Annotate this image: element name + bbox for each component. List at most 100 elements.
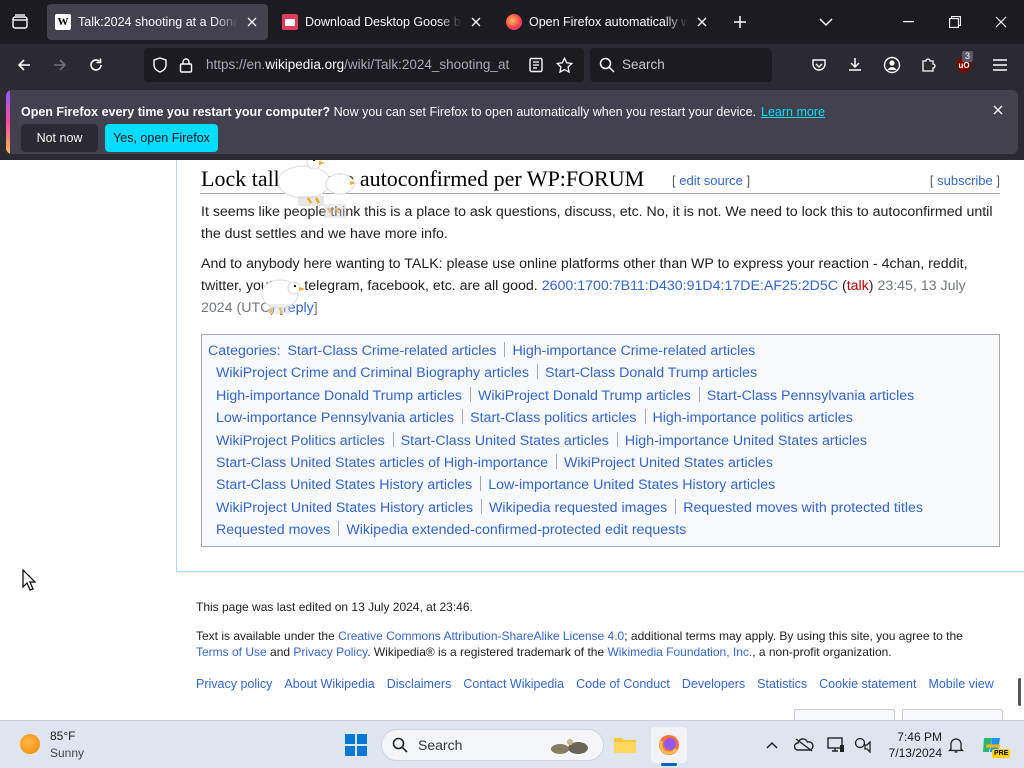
tab-desktop-goose[interactable]: Download Desktop Goose by sa	[274, 4, 492, 40]
categories-box: Categories: Start-Class Crime-related ar…	[201, 334, 1000, 547]
copilot-icon[interactable]: PRE	[974, 727, 1011, 763]
user-talk-link[interactable]: talk	[847, 278, 869, 294]
close-window-icon[interactable]	[978, 0, 1024, 44]
category-link[interactable]: Low-importance Pennsylvania articles	[216, 410, 454, 426]
last-edited-text: This page was last edited on 13 July 202…	[196, 600, 473, 614]
learn-more-link[interactable]: Learn more	[761, 105, 825, 119]
category-link[interactable]: Start-Class politics articles	[470, 410, 636, 426]
category-link[interactable]: Wikipedia requested images	[489, 500, 667, 516]
category-link[interactable]: High-importance politics articles	[653, 410, 853, 426]
hamburger-menu-icon[interactable]	[985, 50, 1015, 80]
footer-link[interactable]: Contact Wikipedia	[463, 677, 564, 691]
close-tab-icon[interactable]	[468, 14, 484, 30]
bookmark-star-icon[interactable]	[555, 56, 574, 78]
subscribe-link[interactable]: subscribe	[937, 173, 993, 188]
new-tab-icon[interactable]	[720, 0, 760, 44]
back-icon[interactable]	[9, 50, 39, 80]
footer-link[interactable]: Statistics	[757, 677, 807, 691]
mediawiki-badge[interactable]	[902, 709, 1003, 720]
notification-text: Now you can set Firefox to open automati…	[330, 105, 757, 119]
notification-bell-icon[interactable]	[938, 727, 974, 763]
start-icon[interactable]	[338, 727, 374, 763]
search-icon	[392, 737, 408, 758]
extension-badge: 3	[962, 51, 974, 62]
extensions-icon[interactable]	[913, 50, 943, 80]
footer-link[interactable]: Disclaimers	[387, 677, 452, 691]
edit-source-link[interactable]: edit source	[679, 173, 743, 188]
goose-icon	[261, 279, 305, 314]
category-link[interactable]: High-importance Crime-related articles	[512, 343, 755, 359]
reader-view-icon[interactable]	[528, 57, 544, 78]
categories-label-link[interactable]: Categories:	[208, 343, 281, 359]
category-link[interactable]: Low-importance United States History art…	[488, 477, 775, 493]
category-link[interactable]: Start-Class United States articles of Hi…	[216, 455, 548, 471]
category-link[interactable]: WikiProject Donald Trump articles	[478, 388, 691, 404]
forward-icon[interactable]	[45, 50, 75, 80]
search-bar[interactable]: Search	[590, 48, 772, 82]
wikimedia-badge[interactable]	[794, 709, 895, 720]
close-notification-icon[interactable]	[990, 102, 1006, 118]
footer-link[interactable]: Mobile view	[928, 677, 993, 691]
firefox-taskbar-icon[interactable]	[651, 727, 687, 763]
onedrive-off-icon[interactable]	[786, 727, 822, 763]
scrollbar-thumb[interactable]	[1018, 678, 1021, 706]
category-separator	[392, 431, 394, 447]
active-app-indicator	[661, 763, 677, 766]
account-icon[interactable]	[877, 50, 907, 80]
user-ip-link[interactable]: 2600:1700:7B11:D430:91D4:17DE:AF25:2D5C	[542, 278, 838, 294]
category-separator	[555, 454, 557, 470]
category-link[interactable]: Start-Class Donald Trump articles	[545, 365, 757, 381]
yes-open-firefox-button[interactable]: Yes, open Firefox	[105, 124, 218, 152]
footer-link[interactable]: Code of Conduct	[576, 677, 670, 691]
downloads-icon[interactable]	[840, 50, 870, 80]
firefox-icon	[506, 14, 522, 30]
category-link[interactable]: Requested moves with protected titles	[683, 500, 923, 516]
ublock-origin-icon[interactable]: uO 3	[949, 50, 979, 80]
tab-firefox-support[interactable]: Open Firefox automatically whe	[498, 4, 718, 40]
footer-link[interactable]: About Wikipedia	[284, 677, 374, 691]
lock-icon[interactable]	[179, 57, 193, 78]
chevron-down-icon[interactable]	[806, 0, 846, 44]
cc-license-link[interactable]: Creative Commons Attribution-ShareAlike …	[338, 629, 624, 643]
address-bar[interactable]: https://en.wikipedia.org/wiki/Talk:2024_…	[144, 48, 584, 82]
terms-of-use-link[interactable]: Terms of Use	[196, 645, 267, 659]
footer-link[interactable]: Developers	[682, 677, 745, 691]
page-content: Lock talk page to autoconfirmed per WP:F…	[0, 160, 1024, 720]
category-link[interactable]: High-importance United States articles	[625, 433, 867, 449]
privacy-policy-link[interactable]: Privacy Policy	[293, 645, 367, 659]
category-link[interactable]: Wikipedia extended-confirmed-protected e…	[346, 522, 686, 538]
system-clock[interactable]: 7:46 PM 7/13/2024	[880, 729, 942, 761]
pocket-icon[interactable]	[804, 50, 834, 80]
reload-icon[interactable]	[81, 50, 111, 80]
network-volume-icon[interactable]	[846, 727, 882, 763]
category-link[interactable]: Requested moves	[216, 522, 330, 538]
category-link[interactable]: Start-Class United States History articl…	[216, 477, 472, 493]
footer-link[interactable]: Privacy policy	[196, 677, 272, 691]
chevron-up-icon[interactable]	[754, 727, 790, 763]
notification-message: Open Firefox every time you restart your…	[21, 105, 825, 119]
list-all-tabs-icon[interactable]	[0, 0, 40, 44]
category-separator	[338, 521, 340, 537]
tab-talk-page[interactable]: W Talk:2024 shooting at a Donald	[47, 4, 268, 40]
shield-icon[interactable]	[152, 57, 168, 78]
restore-icon[interactable]	[932, 0, 978, 44]
close-tab-icon[interactable]	[244, 14, 260, 30]
wikimedia-foundation-link[interactable]: Wikimedia Foundation, Inc.	[607, 645, 752, 659]
category-line: Start-Class United States History articl…	[208, 474, 994, 496]
minimize-icon[interactable]	[886, 0, 932, 44]
file-explorer-icon[interactable]	[607, 727, 643, 763]
category-link[interactable]: Start-Class Crime-related articles	[288, 343, 497, 359]
paren-open: (	[838, 278, 847, 294]
category-link[interactable]: Start-Class Pennsylvania articles	[707, 388, 914, 404]
taskbar-search[interactable]: Search	[381, 729, 604, 761]
not-now-button[interactable]: Not now	[21, 124, 98, 152]
category-link[interactable]: WikiProject Politics articles	[216, 433, 385, 449]
category-link[interactable]: High-importance Donald Trump articles	[216, 388, 462, 404]
category-link[interactable]: Start-Class United States articles	[401, 433, 609, 449]
category-line: Requested moves Wikipedia extended-confir…	[208, 519, 994, 541]
footer-link[interactable]: Cookie statement	[819, 677, 916, 691]
close-tab-icon[interactable]	[694, 14, 710, 30]
category-link[interactable]: WikiProject United States History articl…	[216, 500, 473, 516]
category-link[interactable]: WikiProject United States articles	[564, 455, 773, 471]
category-link[interactable]: WikiProject Crime and Criminal Biography…	[216, 365, 529, 381]
